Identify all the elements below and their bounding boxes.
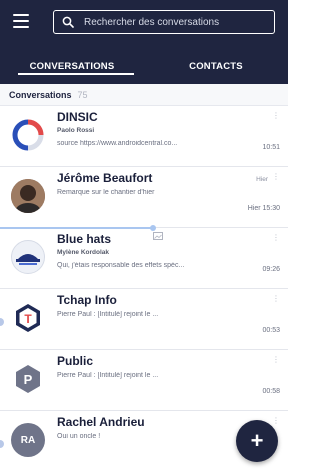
conversation-date: Hier bbox=[256, 176, 268, 183]
tchap-logo-icon: T bbox=[11, 301, 45, 335]
conversation-sender: Mylène Kordolak bbox=[57, 249, 110, 256]
tab-conversations[interactable]: CONVERSATIONS bbox=[0, 48, 144, 84]
dinsic-logo-icon bbox=[11, 118, 45, 152]
conversation-preview: Qui, j'étais responsable des effets spéc… bbox=[57, 262, 185, 269]
more-icon[interactable]: ⋮ bbox=[272, 173, 280, 181]
conversation-preview: Oui un oncle ! bbox=[57, 433, 101, 440]
conversation-time: Hier 15:30 bbox=[247, 205, 280, 212]
tab-bar: CONVERSATIONS CONTACTS bbox=[0, 48, 288, 84]
conversation-preview: Pierre Paul : [Intitulé] rejoint le ... bbox=[57, 372, 159, 379]
more-icon[interactable]: ⋮ bbox=[272, 234, 280, 242]
conversation-item[interactable]: T Tchap Info Pierre Paul : [Intitulé] re… bbox=[0, 289, 288, 350]
conversation-time: 00:58 bbox=[262, 388, 280, 395]
conversation-item[interactable]: P Public Pierre Paul : [Intitulé] rejoin… bbox=[0, 350, 288, 411]
svg-text:T: T bbox=[24, 312, 32, 326]
tab-contacts[interactable]: CONTACTS bbox=[144, 48, 288, 84]
conversation-list: DINSIC Paolo Rossi source https://www.an… bbox=[0, 106, 288, 469]
section-header[interactable]: Conversations 75 bbox=[0, 84, 288, 106]
image-icon bbox=[153, 232, 163, 240]
conversation-title: Jérôme Beaufort bbox=[57, 171, 153, 185]
conversation-title: Public bbox=[57, 354, 94, 368]
search-input[interactable] bbox=[84, 16, 274, 28]
section-title: Conversations bbox=[9, 89, 72, 100]
conversation-title: Blue hats bbox=[57, 232, 112, 246]
swipe-indicator bbox=[0, 440, 4, 448]
person-avatar-icon bbox=[11, 179, 45, 213]
app-header: CONVERSATIONS CONTACTS bbox=[0, 0, 288, 84]
conversation-time: 00:53 bbox=[262, 327, 280, 334]
conversation-sender: Paolo Rossi bbox=[57, 127, 95, 134]
conversation-time: 10:51 bbox=[262, 144, 280, 151]
new-conversation-button[interactable]: + bbox=[236, 420, 278, 462]
initials-avatar-icon: RA bbox=[11, 423, 45, 457]
drag-indicator bbox=[0, 225, 156, 231]
conversation-title: Tchap Info bbox=[57, 293, 117, 307]
menu-icon[interactable] bbox=[13, 14, 29, 28]
conversation-preview: source https://www.androidcentral.co... bbox=[57, 140, 178, 147]
conversation-title: DINSIC bbox=[57, 110, 98, 124]
more-icon[interactable]: ⋮ bbox=[272, 295, 280, 303]
conversation-time: 09:26 bbox=[262, 266, 280, 273]
avatar-initials: RA bbox=[20, 434, 36, 446]
conversation-preview: Pierre Paul : [Intitulé] rejoint le ... bbox=[57, 311, 159, 318]
conversation-preview: Remarque sur le chantier d'hier bbox=[57, 189, 155, 196]
more-icon[interactable]: ⋮ bbox=[272, 417, 280, 425]
search-icon bbox=[62, 16, 74, 28]
hexagon-letter-icon: P bbox=[11, 362, 45, 396]
conversation-item[interactable]: Jérôme Beaufort Remarque sur le chantier… bbox=[0, 167, 288, 228]
conversation-item[interactable]: Blue hats Mylène Kordolak Qui, j'étais r… bbox=[0, 225, 288, 289]
more-icon[interactable]: ⋮ bbox=[272, 356, 280, 364]
blue-hats-logo-icon bbox=[11, 240, 45, 274]
search-box[interactable] bbox=[53, 10, 275, 34]
conversation-title: Rachel Andrieu bbox=[57, 415, 145, 429]
plus-icon: + bbox=[250, 428, 264, 453]
section-count: 75 bbox=[77, 89, 88, 100]
conversation-item[interactable]: DINSIC Paolo Rossi source https://www.an… bbox=[0, 106, 288, 167]
svg-text:P: P bbox=[24, 372, 33, 387]
more-icon[interactable]: ⋮ bbox=[272, 112, 280, 120]
swipe-indicator bbox=[0, 318, 4, 326]
